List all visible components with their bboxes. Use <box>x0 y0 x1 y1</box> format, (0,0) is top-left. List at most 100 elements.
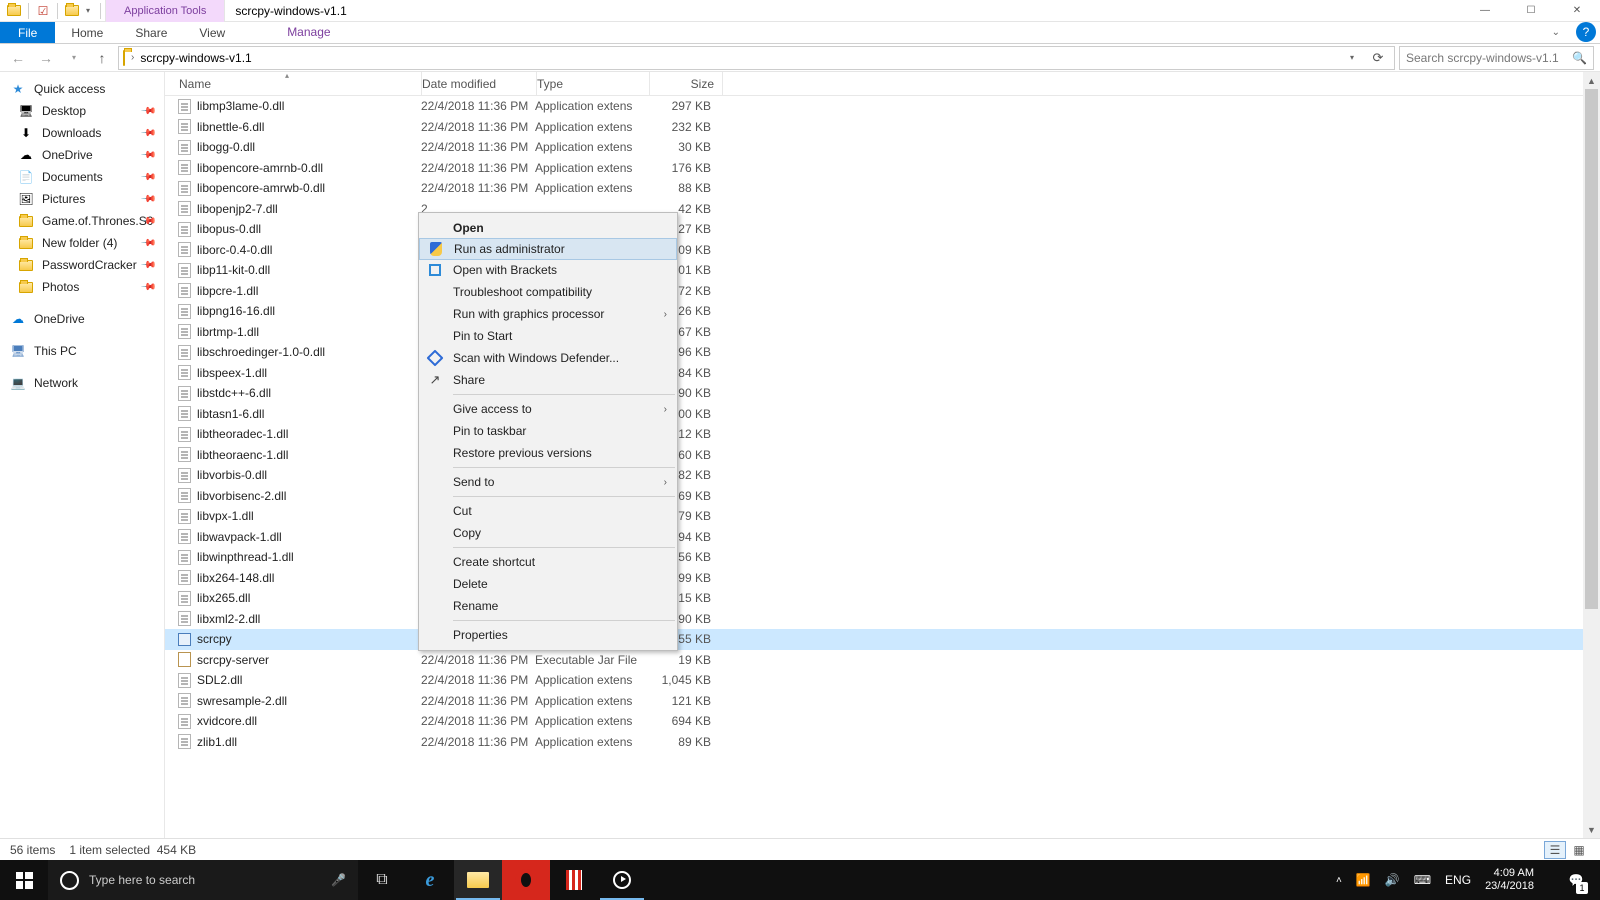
file-row[interactable]: libtheoradec-1.dll212 KB <box>165 424 1600 445</box>
thumbnails-view-button[interactable]: ▦ <box>1568 841 1590 859</box>
sidebar-item[interactable]: ⬇Downloads📌 <box>0 122 164 144</box>
sidebar-item[interactable]: Game.of.Thrones.S0📌 <box>0 210 164 232</box>
address-dropdown-icon[interactable]: ▾ <box>1350 53 1360 62</box>
file-row[interactable]: xvidcore.dll22/4/2018 11:36 PMApplicatio… <box>165 711 1600 732</box>
column-type[interactable]: Type <box>537 77 649 91</box>
view-tab[interactable]: View <box>183 22 241 43</box>
share-tab[interactable]: Share <box>119 22 183 43</box>
home-tab[interactable]: Home <box>55 22 119 43</box>
up-button[interactable]: ↑ <box>90 46 114 70</box>
file-row[interactable]: libtheoraenc-1.dll260 KB <box>165 445 1600 466</box>
vertical-scrollbar[interactable]: ▲ ▼ <box>1583 72 1600 838</box>
taskbar-explorer[interactable] <box>454 860 502 900</box>
file-row[interactable]: libvorbis-0.dll282 KB <box>165 465 1600 486</box>
scroll-up-icon[interactable]: ▲ <box>1583 72 1600 89</box>
file-row[interactable]: libpng16-16.dll226 KB <box>165 301 1600 322</box>
sidebar-item[interactable]: Photos📌 <box>0 276 164 298</box>
file-row[interactable]: librtmp-1.dll267 KB <box>165 322 1600 343</box>
file-row[interactable]: libopencore-amrnb-0.dll22/4/2018 11:36 P… <box>165 158 1600 179</box>
column-size[interactable]: Size <box>650 77 722 91</box>
network-node[interactable]: 💻 Network <box>0 372 164 394</box>
file-row[interactable]: libx265.dll215 KB <box>165 588 1600 609</box>
file-row[interactable]: scrcpy22/4/2018 11:36 PMApplication455 K… <box>165 629 1600 650</box>
file-row[interactable]: scrcpy-server22/4/2018 11:36 PMExecutabl… <box>165 650 1600 671</box>
ctx-defender[interactable]: Scan with Windows Defender... <box>419 347 677 369</box>
ctx-restore[interactable]: Restore previous versions <box>419 442 677 464</box>
scroll-down-icon[interactable]: ▼ <box>1583 821 1600 838</box>
volume-icon[interactable]: 🔊 <box>1385 873 1400 887</box>
file-row[interactable]: libp11-kit-0.dll201 KB <box>165 260 1600 281</box>
wifi-icon[interactable]: 📶 <box>1356 873 1371 887</box>
sidebar-item[interactable]: 🖥Desktop📌 <box>0 100 164 122</box>
ctx-properties[interactable]: Properties <box>419 624 677 646</box>
sidebar-item[interactable]: ☁OneDrive📌 <box>0 144 164 166</box>
ctx-share[interactable]: ↗ Share <box>419 369 677 391</box>
file-row[interactable]: libopus-0.dll227 KB <box>165 219 1600 240</box>
start-button[interactable] <box>0 860 48 900</box>
file-row[interactable]: SDL2.dll22/4/2018 11:36 PMApplication ex… <box>165 670 1600 691</box>
ctx-run-admin[interactable]: Run as administrator <box>419 238 677 260</box>
qat-dropdown-icon[interactable]: ▾ <box>82 6 94 15</box>
file-row[interactable]: libwavpack-1.dll294 KB <box>165 527 1600 548</box>
address-bar[interactable]: › scrcpy-windows-v1.1 ▾ ⟳ <box>118 46 1395 70</box>
file-row[interactable]: swresample-2.dll22/4/2018 11:36 PMApplic… <box>165 691 1600 712</box>
file-row[interactable]: libxml2-2.dll290 KB <box>165 609 1600 630</box>
taskbar-search[interactable]: Type here to search 🎤 <box>48 860 358 900</box>
file-row[interactable]: libvorbisenc-2.dll269 KB <box>165 486 1600 507</box>
action-center-button[interactable]: 💬 1 <box>1556 860 1596 900</box>
language-indicator[interactable]: ENG <box>1445 873 1471 887</box>
taskbar-app[interactable] <box>598 860 646 900</box>
quick-access-header[interactable]: ★ Quick access <box>0 78 164 100</box>
onedrive-node[interactable]: ☁ OneDrive <box>0 308 164 330</box>
file-row[interactable]: libstdc++-6.dll290 KB <box>165 383 1600 404</box>
refresh-button[interactable]: ⟳ <box>1366 50 1390 66</box>
file-row[interactable]: libnettle-6.dll22/4/2018 11:36 PMApplica… <box>165 117 1600 138</box>
forward-button[interactable]: → <box>34 46 58 70</box>
this-pc-node[interactable]: 🖥 This PC <box>0 340 164 362</box>
folder-qat-icon[interactable] <box>64 3 80 19</box>
details-view-button[interactable]: ☰ <box>1544 841 1566 859</box>
file-row[interactable]: libopencore-amrwb-0.dll22/4/2018 11:36 P… <box>165 178 1600 199</box>
tray-overflow-icon[interactable]: ˄ <box>1336 875 1342 886</box>
sidebar-item[interactable]: 🖼Pictures📌 <box>0 188 164 210</box>
ctx-graphics[interactable]: Run with graphics processor› <box>419 303 677 325</box>
recent-dropdown-icon[interactable]: ▾ <box>62 46 86 70</box>
mic-icon[interactable]: 🎤 <box>331 873 346 887</box>
ctx-open-brackets[interactable]: Open with Brackets <box>419 259 677 281</box>
file-row[interactable]: libpcre-1.dll272 KB <box>165 281 1600 302</box>
ctx-pin-taskbar[interactable]: Pin to taskbar <box>419 420 677 442</box>
taskbar-opera[interactable] <box>502 860 550 900</box>
back-button[interactable]: ← <box>6 46 30 70</box>
file-row[interactable]: libtasn1-6.dll200 KB <box>165 404 1600 425</box>
chevron-right-icon[interactable]: › <box>131 52 134 63</box>
clock[interactable]: 4:09 AM 23/4/2018 <box>1485 867 1542 892</box>
file-row[interactable]: zlib1.dll22/4/2018 11:36 PMApplication e… <box>165 732 1600 753</box>
sidebar-item[interactable]: 📄Documents📌 <box>0 166 164 188</box>
scroll-thumb[interactable] <box>1585 89 1598 609</box>
ctx-cut[interactable]: Cut <box>419 500 677 522</box>
file-row[interactable]: libwinpthread-1.dll256 KB <box>165 547 1600 568</box>
taskbar-edge[interactable]: e <box>406 860 454 900</box>
ctx-copy[interactable]: Copy <box>419 522 677 544</box>
ctx-shortcut[interactable]: Create shortcut <box>419 551 677 573</box>
manage-tab[interactable]: Manage <box>267 22 350 43</box>
ctx-pin-start[interactable]: Pin to Start <box>419 325 677 347</box>
ctx-delete[interactable]: Delete <box>419 573 677 595</box>
ribbon-collapse-icon[interactable]: ⌄ <box>1542 22 1570 43</box>
column-name[interactable]: ▴Name <box>175 77 421 91</box>
ctx-open[interactable]: Open <box>419 217 677 239</box>
file-row[interactable]: libschroedinger-1.0-0.dll296 KB <box>165 342 1600 363</box>
ctx-give-access[interactable]: Give access to› <box>419 398 677 420</box>
ctx-troubleshoot[interactable]: Troubleshoot compatibility <box>419 281 677 303</box>
ctx-send-to[interactable]: Send to› <box>419 471 677 493</box>
file-row[interactable]: libmp3lame-0.dll22/4/2018 11:36 PMApplic… <box>165 96 1600 117</box>
file-row[interactable]: libspeex-1.dll284 KB <box>165 363 1600 384</box>
properties-qat-icon[interactable]: ☑ <box>35 3 51 19</box>
search-input[interactable]: Search scrcpy-windows-v1.1 🔍 <box>1399 46 1594 70</box>
file-row[interactable]: libx264-148.dll299 KB <box>165 568 1600 589</box>
minimize-button[interactable]: — <box>1462 0 1508 22</box>
sidebar-item[interactable]: New folder (4)📌 <box>0 232 164 254</box>
ctx-rename[interactable]: Rename <box>419 595 677 617</box>
task-view-button[interactable]: ⧉ <box>358 860 406 900</box>
search-icon[interactable]: 🔍 <box>1572 51 1587 65</box>
